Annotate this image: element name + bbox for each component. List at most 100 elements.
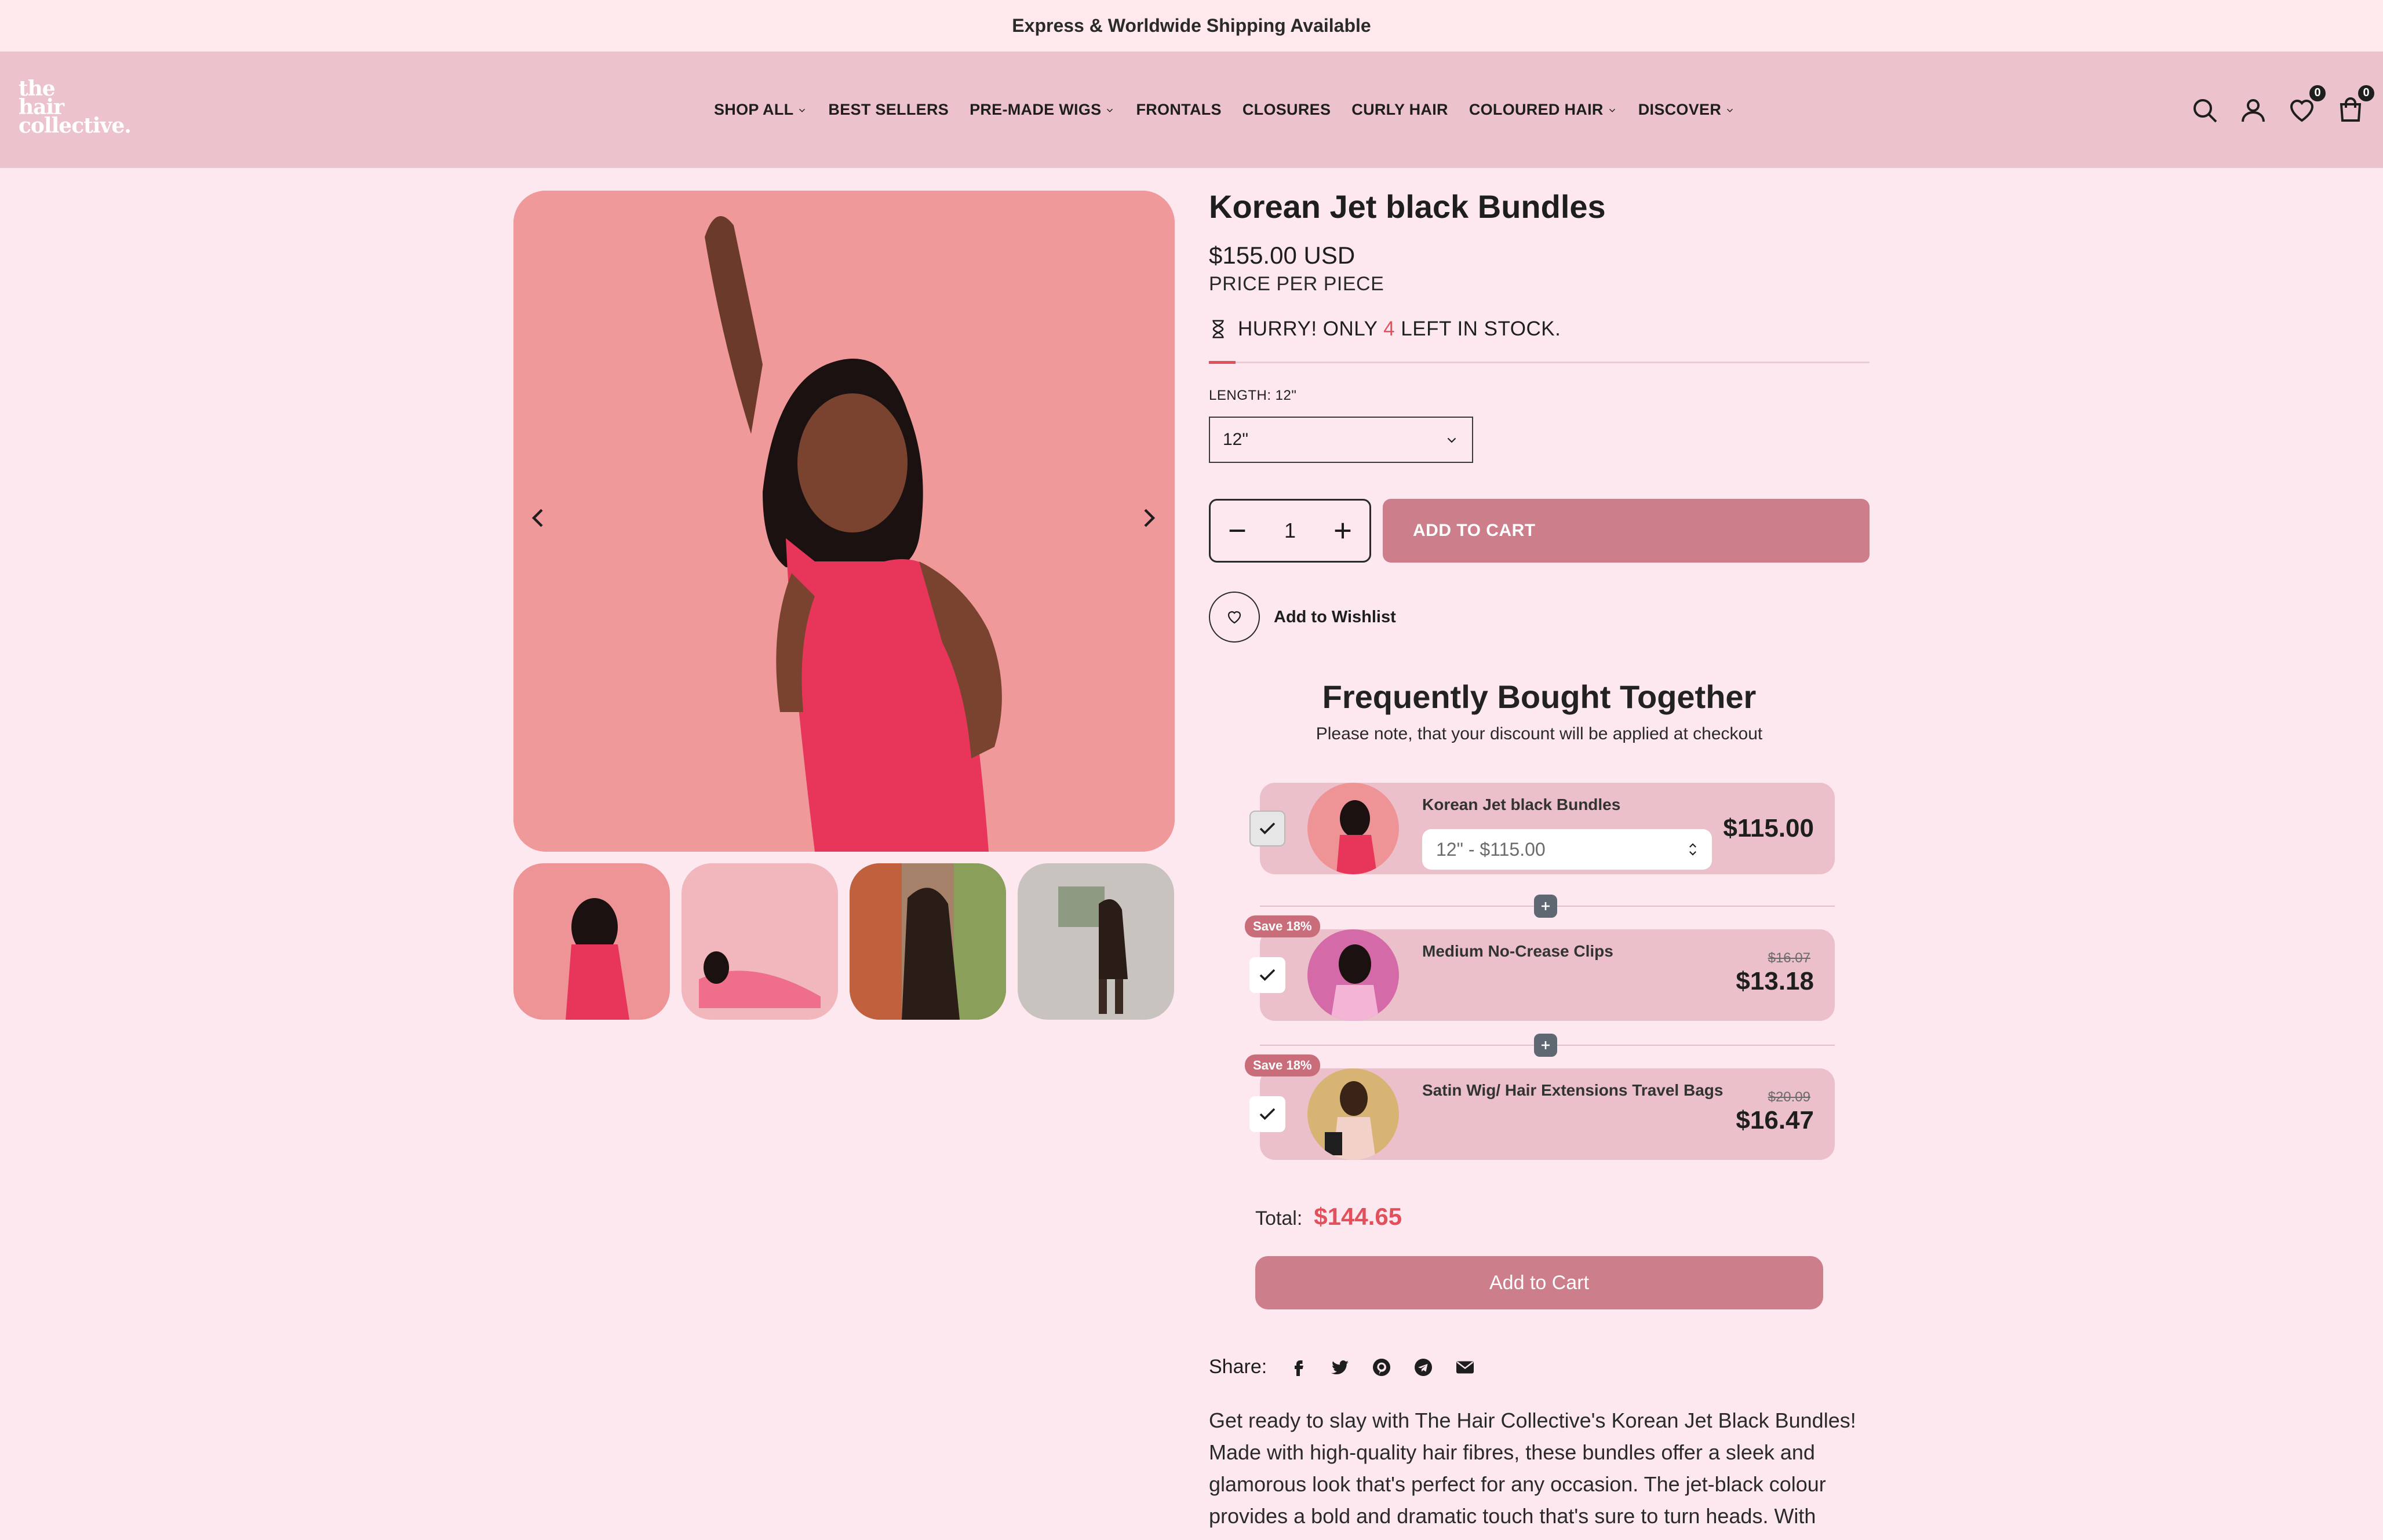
thumbnail[interactable] xyxy=(682,863,838,1020)
cart-count-badge: 0 xyxy=(2356,83,2376,103)
hourglass-icon xyxy=(1212,320,1224,338)
fbt-item-name: Korean Jet black Bundles xyxy=(1422,795,1621,813)
wishlist-label[interactable]: Add to Wishlist xyxy=(1274,608,1396,627)
fbt-thumbnail xyxy=(1307,929,1399,1021)
facebook-icon[interactable] xyxy=(1288,1357,1309,1378)
length-select-value: 12" xyxy=(1223,430,1249,449)
nav-pre-made-wigs[interactable]: PRE-MADE WIGS xyxy=(970,101,1115,119)
account-button[interactable] xyxy=(2239,96,2267,124)
nav-frontals[interactable]: FRONTALS xyxy=(1136,101,1221,119)
telegram-icon[interactable] xyxy=(1413,1357,1434,1378)
search-icon xyxy=(2193,98,2217,122)
nav-label: COLOURED HAIR xyxy=(1469,101,1604,118)
user-icon xyxy=(2242,98,2265,122)
fbt-thumbnail xyxy=(1307,1068,1399,1160)
nav-label: CURLY HAIR xyxy=(1351,101,1448,118)
nav-label: DISCOVER xyxy=(1638,101,1722,118)
share-label: Share: xyxy=(1209,1356,1267,1378)
add-to-wishlist-button[interactable] xyxy=(1209,592,1260,643)
heart-icon xyxy=(1227,611,1241,624)
thumbnail-photo xyxy=(682,863,838,1020)
product-photo xyxy=(513,191,1175,852)
logo[interactable]: the hair collective. xyxy=(19,78,134,136)
select-arrows-icon xyxy=(1689,843,1696,856)
header-icons: 0 0 xyxy=(2191,52,2376,168)
fbt-item-name: Medium No-Crease Clips xyxy=(1422,942,1613,960)
chevron-right-icon[interactable] xyxy=(1135,504,1163,532)
email-icon[interactable] xyxy=(1455,1357,1475,1378)
price-note: PRICE PER PIECE xyxy=(1209,273,1384,295)
product-description: Get ready to slay with The Hair Collecti… xyxy=(1209,1408,1856,1528)
quantity-stepper: 1 xyxy=(1209,499,1371,563)
fbt-item: Save 18% Satin Wig/ Hair Extensions Trav… xyxy=(1245,1054,1835,1160)
nav-label: FRONTALS xyxy=(1136,101,1222,118)
nav-closures[interactable]: CLOSURES xyxy=(1242,101,1331,119)
stock-count: 4 xyxy=(1383,318,1395,340)
fbt-photo xyxy=(1307,929,1399,1021)
minus-icon[interactable] xyxy=(1226,519,1249,542)
fbt-variant-select[interactable]: 12" - $115.00 xyxy=(1422,829,1712,870)
plus-separator xyxy=(1534,1034,1557,1057)
product-info: Korean Jet black Bundles $155.00 USD PRI… xyxy=(1209,185,1870,643)
total-value: $144.65 xyxy=(1314,1203,1402,1230)
nav-discover[interactable]: DISCOVER xyxy=(1638,101,1735,119)
announcement-bar: Express & Worldwide Shipping Available xyxy=(0,0,2383,52)
nav-curly-hair[interactable]: CURLY HAIR xyxy=(1351,101,1448,119)
search-button[interactable] xyxy=(2191,96,2218,124)
plus-icon[interactable] xyxy=(1331,519,1354,542)
thumbnail[interactable] xyxy=(513,863,670,1020)
plus-icon xyxy=(1542,1041,1550,1049)
stock-progress-bar xyxy=(1209,361,1870,364)
add-to-cart-button[interactable]: ADD TO CART xyxy=(1383,499,1870,563)
total-label: Total: xyxy=(1255,1207,1303,1229)
nav-coloured-hair[interactable]: COLOURED HAIR xyxy=(1469,101,1617,119)
cart-row: 1 ADD TO CART xyxy=(1209,499,1870,563)
nav-shop-all[interactable]: SHOP ALL xyxy=(714,101,807,119)
thumbnail-photo xyxy=(850,863,1006,1020)
nav-label: PRE-MADE WIGS xyxy=(970,101,1102,118)
fbt-checkbox[interactable] xyxy=(1249,957,1285,993)
length-select[interactable]: 12" xyxy=(1209,417,1473,463)
stock-suffix: LEFT IN STOCK. xyxy=(1401,318,1561,340)
fbt-photo xyxy=(1307,1068,1399,1160)
nav-best-sellers[interactable]: BEST SELLERS xyxy=(828,101,949,119)
fbt-item-name: Satin Wig/ Hair Extensions Travel Bags xyxy=(1422,1081,1724,1099)
chevron-down-icon xyxy=(1609,108,1615,112)
fbt-item-price: $13.18 xyxy=(1736,967,1814,995)
quantity-value[interactable]: 1 xyxy=(1284,519,1296,543)
check-icon xyxy=(1259,969,1276,981)
plus-separator xyxy=(1534,895,1557,918)
thumbnail-photo xyxy=(1018,863,1174,1020)
chevron-down-icon xyxy=(1447,437,1456,443)
product-title: Korean Jet black Bundles xyxy=(1209,188,1606,225)
fbt-title: Frequently Bought Together xyxy=(1322,678,1757,715)
wishlist-count-badge: 0 xyxy=(2308,83,2327,103)
fbt-item: Korean Jet black Bundles 12" - $115.00 $… xyxy=(1249,783,1835,874)
twitter-icon[interactable] xyxy=(1329,1357,1350,1378)
fbt-old-price: $16.07 xyxy=(1768,950,1810,966)
thumbnail[interactable] xyxy=(850,863,1006,1020)
chevron-down-icon xyxy=(1727,108,1733,112)
stock-prefix: HURRY! ONLY xyxy=(1238,318,1378,340)
check-icon xyxy=(1259,1108,1276,1121)
save-badge: Save 18% xyxy=(1245,1054,1320,1076)
check-icon xyxy=(1259,822,1276,835)
cart-button[interactable]: 0 xyxy=(2337,83,2376,124)
wishlist-button[interactable]: 0 xyxy=(2288,83,2327,124)
fbt-variant-value: 12" - $115.00 xyxy=(1436,838,1546,860)
product-price: $155.00 USD xyxy=(1209,242,1356,269)
fbt-checkbox[interactable] xyxy=(1249,811,1285,846)
thumbnail[interactable] xyxy=(1018,863,1174,1020)
fbt-checkbox[interactable] xyxy=(1249,1096,1285,1132)
chevron-down-icon xyxy=(799,108,806,112)
fbt-item-price: $115.00 xyxy=(1723,814,1814,842)
nav-label: SHOP ALL xyxy=(714,101,794,118)
fbt-item: Save 18% Medium No-Crease Clips $16.07 $… xyxy=(1245,915,1835,1021)
product-main-image[interactable] xyxy=(513,191,1175,852)
site-header: the hair collective. SHOP ALL BEST SELLE… xyxy=(0,52,2383,168)
fbt-add-to-cart-button[interactable]: Add to Cart xyxy=(1255,1256,1823,1309)
thumbnail-strip xyxy=(513,863,1175,1020)
chevron-left-icon[interactable] xyxy=(524,504,552,532)
pinterest-icon[interactable] xyxy=(1371,1357,1392,1378)
wishlist-row: Add to Wishlist xyxy=(1209,592,1870,643)
